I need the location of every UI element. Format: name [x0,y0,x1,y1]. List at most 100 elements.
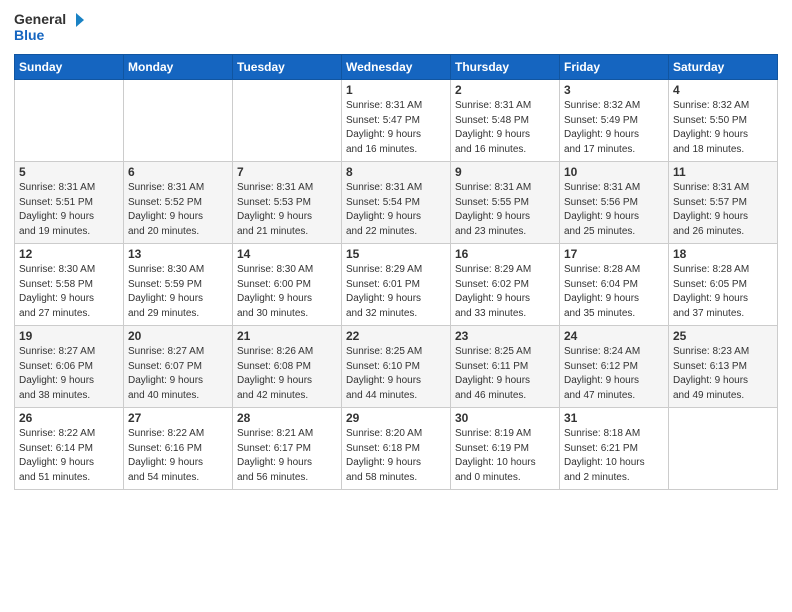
day-cell: 15 Sunrise: 8:29 AM Sunset: 6:01 PM Dayli… [342,244,451,326]
day-header-friday: Friday [560,55,669,80]
day-cell: 8Sunrise: 8:31 AM Sunset: 5:54 PM Daylig… [342,162,451,244]
day-info: Sunrise: 8:29 AM Sunset: 6:01 PM Dayligh… [346,263,446,321]
day-info: Sunrise: 8:27 AM Sunset: 6:07 PM Dayligh… [128,345,228,403]
day-cell: 17 Sunrise: 8:28 AM Sunset: 6:04 PM Dayli… [560,244,669,326]
day-cell: 14 Sunrise: 8:30 AM Sunset: 6:00 PM Dayli… [233,244,342,326]
day-info: Sunrise: 8:23 AM Sunset: 6:13 PM Dayligh… [673,345,773,403]
day-number: 16 [455,247,555,261]
day-info: Sunrise: 8:22 AM Sunset: 6:16 PM Dayligh… [128,427,228,485]
day-cell: 21Sunrise: 8:26 AM Sunset: 6:08 PM Dayli… [233,326,342,408]
day-header-monday: Monday [124,55,233,80]
week-row-1: 1Sunrise: 8:31 AM Sunset: 5:47 PM Daylig… [15,80,778,162]
day-info: Sunrise: 8:31 AM Sunset: 5:51 PM Dayligh… [19,181,119,239]
day-cell: 23Sunrise: 8:25 AM Sunset: 6:11 PM Dayli… [451,326,560,408]
day-number: 24 [564,329,664,343]
day-info: Sunrise: 8:32 AM Sunset: 5:49 PM Dayligh… [564,99,664,157]
day-info: Sunrise: 8:31 AM Sunset: 5:54 PM Dayligh… [346,181,446,239]
day-cell [124,80,233,162]
day-cell: 4Sunrise: 8:32 AM Sunset: 5:50 PM Daylig… [669,80,778,162]
day-cell: 24 Sunrise: 8:24 AM Sunset: 6:12 PM Dayli… [560,326,669,408]
day-number: 20 [128,329,228,343]
day-cell: 7 Sunrise: 8:31 AM Sunset: 5:53 PM Daylig… [233,162,342,244]
day-info: Sunrise: 8:20 AM Sunset: 6:18 PM Dayligh… [346,427,446,485]
day-info: Sunrise: 8:31 AM Sunset: 5:57 PM Dayligh… [673,181,773,239]
day-info: Sunrise: 8:24 AM Sunset: 6:12 PM Dayligh… [564,345,664,403]
day-info: Sunrise: 8:31 AM Sunset: 5:53 PM Dayligh… [237,181,337,239]
day-number: 15 [346,247,446,261]
day-number: 11 [673,165,773,179]
day-cell: 9 Sunrise: 8:31 AM Sunset: 5:55 PM Daylig… [451,162,560,244]
day-number: 18 [673,247,773,261]
week-row-5: 26Sunrise: 8:22 AM Sunset: 6:14 PM Dayli… [15,408,778,490]
day-cell [15,80,124,162]
day-number: 17 [564,247,664,261]
day-info: Sunrise: 8:21 AM Sunset: 6:17 PM Dayligh… [237,427,337,485]
day-number: 5 [19,165,119,179]
day-cell: 16 Sunrise: 8:29 AM Sunset: 6:02 PM Dayli… [451,244,560,326]
day-cell: 25 Sunrise: 8:23 AM Sunset: 6:13 PM Dayli… [669,326,778,408]
day-cell [669,408,778,490]
day-cell: 20 Sunrise: 8:27 AM Sunset: 6:07 PM Dayli… [124,326,233,408]
day-number: 29 [346,411,446,425]
day-number: 9 [455,165,555,179]
day-cell: 6Sunrise: 8:31 AM Sunset: 5:52 PM Daylig… [124,162,233,244]
day-header-tuesday: Tuesday [233,55,342,80]
days-header-row: SundayMondayTuesdayWednesdayThursdayFrid… [15,55,778,80]
day-header-thursday: Thursday [451,55,560,80]
day-number: 12 [19,247,119,261]
day-cell: 13 Sunrise: 8:30 AM Sunset: 5:59 PM Dayli… [124,244,233,326]
day-info: Sunrise: 8:30 AM Sunset: 5:59 PM Dayligh… [128,263,228,321]
day-info: Sunrise: 8:28 AM Sunset: 6:04 PM Dayligh… [564,263,664,321]
day-number: 7 [237,165,337,179]
day-number: 1 [346,83,446,97]
day-number: 28 [237,411,337,425]
day-number: 13 [128,247,228,261]
day-info: Sunrise: 8:30 AM Sunset: 6:00 PM Dayligh… [237,263,337,321]
day-cell: 18Sunrise: 8:28 AM Sunset: 6:05 PM Dayli… [669,244,778,326]
day-info: Sunrise: 8:30 AM Sunset: 5:58 PM Dayligh… [19,263,119,321]
day-cell: 30Sunrise: 8:19 AM Sunset: 6:19 PM Dayli… [451,408,560,490]
day-header-wednesday: Wednesday [342,55,451,80]
day-number: 27 [128,411,228,425]
day-header-saturday: Saturday [669,55,778,80]
day-cell: 28 Sunrise: 8:21 AM Sunset: 6:17 PM Dayli… [233,408,342,490]
day-cell: 19 Sunrise: 8:27 AM Sunset: 6:06 PM Dayli… [15,326,124,408]
day-cell: 2 Sunrise: 8:31 AM Sunset: 5:48 PM Daylig… [451,80,560,162]
svg-text:General: General [14,11,66,27]
day-info: Sunrise: 8:18 AM Sunset: 6:21 PM Dayligh… [564,427,664,485]
day-number: 2 [455,83,555,97]
week-row-4: 19 Sunrise: 8:27 AM Sunset: 6:06 PM Dayli… [15,326,778,408]
day-info: Sunrise: 8:25 AM Sunset: 6:11 PM Dayligh… [455,345,555,403]
day-number: 14 [237,247,337,261]
day-number: 10 [564,165,664,179]
logo: General Blue [14,10,84,46]
day-cell: 10Sunrise: 8:31 AM Sunset: 5:56 PM Dayli… [560,162,669,244]
day-header-sunday: Sunday [15,55,124,80]
day-number: 21 [237,329,337,343]
day-info: Sunrise: 8:31 AM Sunset: 5:48 PM Dayligh… [455,99,555,157]
day-cell: 27 Sunrise: 8:22 AM Sunset: 6:16 PM Dayli… [124,408,233,490]
day-info: Sunrise: 8:31 AM Sunset: 5:55 PM Dayligh… [455,181,555,239]
svg-text:Blue: Blue [14,27,45,43]
day-number: 6 [128,165,228,179]
week-row-2: 5 Sunrise: 8:31 AM Sunset: 5:51 PM Daylig… [15,162,778,244]
week-row-3: 12 Sunrise: 8:30 AM Sunset: 5:58 PM Dayli… [15,244,778,326]
day-cell: 11 Sunrise: 8:31 AM Sunset: 5:57 PM Dayli… [669,162,778,244]
day-number: 25 [673,329,773,343]
day-cell: 29 Sunrise: 8:20 AM Sunset: 6:18 PM Dayli… [342,408,451,490]
day-number: 3 [564,83,664,97]
calendar-table: SundayMondayTuesdayWednesdayThursdayFrid… [14,54,778,490]
page: General Blue SundayMondayTuesdayWednesda… [0,0,792,612]
day-info: Sunrise: 8:29 AM Sunset: 6:02 PM Dayligh… [455,263,555,321]
day-cell: 5 Sunrise: 8:31 AM Sunset: 5:51 PM Daylig… [15,162,124,244]
day-number: 19 [19,329,119,343]
day-info: Sunrise: 8:19 AM Sunset: 6:19 PM Dayligh… [455,427,555,485]
day-cell: 3 Sunrise: 8:32 AM Sunset: 5:49 PM Daylig… [560,80,669,162]
day-number: 26 [19,411,119,425]
day-info: Sunrise: 8:27 AM Sunset: 6:06 PM Dayligh… [19,345,119,403]
day-cell: 22 Sunrise: 8:25 AM Sunset: 6:10 PM Dayli… [342,326,451,408]
day-number: 22 [346,329,446,343]
day-info: Sunrise: 8:25 AM Sunset: 6:10 PM Dayligh… [346,345,446,403]
day-number: 31 [564,411,664,425]
day-cell: 1Sunrise: 8:31 AM Sunset: 5:47 PM Daylig… [342,80,451,162]
